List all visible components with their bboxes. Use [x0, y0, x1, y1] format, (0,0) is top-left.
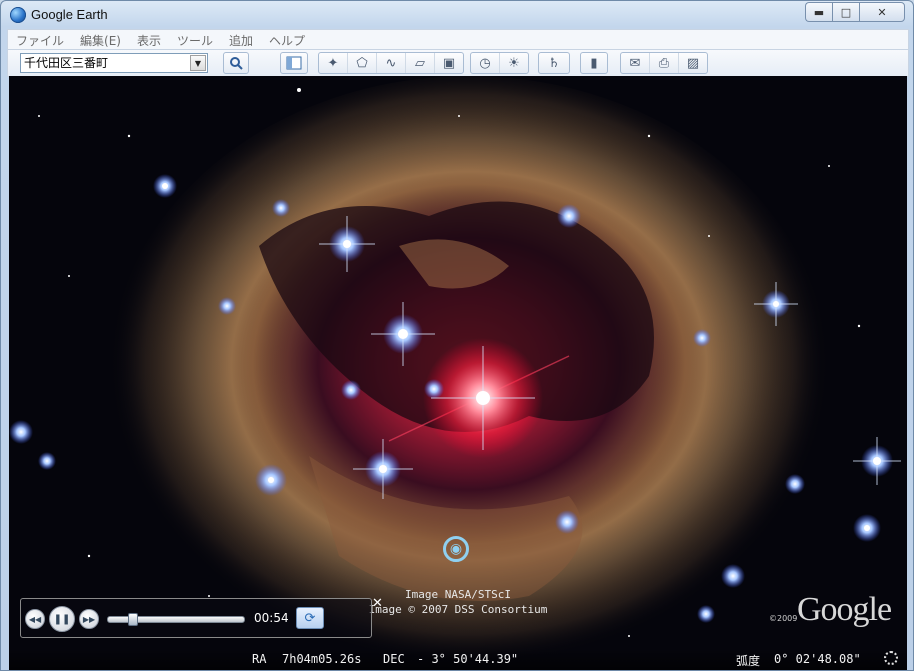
tour-progress-slider[interactable] — [107, 613, 245, 626]
record-tour-icon[interactable]: ▣ — [435, 53, 463, 73]
email-icon[interactable]: ✉ — [621, 53, 650, 73]
print-icon[interactable]: ⎙ — [650, 53, 679, 73]
rewind-button[interactable]: ◀◀ — [25, 609, 45, 629]
add-tools-group: ✦ ⬠ ∿ ▱ ▣ — [318, 52, 464, 74]
menu-view[interactable]: 表示 — [129, 32, 169, 49]
sidebar-toggle-icon — [286, 56, 302, 70]
google-earth-app-icon — [10, 7, 26, 23]
fast-forward-button[interactable]: ▶▶ — [79, 609, 99, 629]
add-polygon-icon[interactable]: ⬠ — [348, 53, 377, 73]
tour-time: 00:54 — [254, 611, 289, 625]
loop-icon: ⟳ — [304, 610, 316, 626]
title-bar: Google Earth ▬ □ ✕ — [1, 1, 913, 29]
planets-button[interactable]: ♄ — [538, 52, 570, 74]
close-button[interactable]: ✕ — [859, 2, 905, 22]
pause-button[interactable]: ❚❚ — [49, 606, 75, 632]
save-image-icon[interactable]: ▨ — [679, 53, 707, 73]
share-tools-group: ✉ ⎙ ▨ — [620, 52, 708, 74]
planets-icon: ♄ — [548, 55, 560, 71]
menu-bar: ファイル 編集(E) 表示 ツール 追加 ヘルプ — [7, 29, 909, 50]
minimize-button[interactable]: ▬ — [805, 2, 832, 22]
status-bar: RA 7h04m05.26s DEC - 3° 50'44.39" 弧度 0° … — [9, 649, 907, 670]
dec-value: - 3° 50'44.39" — [417, 652, 519, 666]
dec-label: DEC — [383, 652, 405, 666]
add-path-icon[interactable]: ∿ — [377, 53, 406, 73]
google-logo: Google — [797, 591, 892, 628]
navigation-center-icon: ◉ — [443, 536, 469, 562]
historical-imagery-icon[interactable]: ◷ — [471, 53, 500, 73]
3d-sky-view[interactable]: ◉ Image NASA/STScI Image © 2007 DSS Cons… — [9, 76, 907, 670]
ra-label: RA — [252, 652, 267, 666]
loop-button[interactable]: ⟳ — [296, 607, 324, 629]
menu-help[interactable]: ヘルプ — [261, 32, 313, 49]
window-controls: ▬ □ ✕ — [805, 2, 905, 22]
menu-edit[interactable]: 編集(E) — [72, 32, 129, 49]
search-input[interactable] — [21, 54, 190, 70]
close-tour-icon[interactable]: ✕ — [372, 596, 383, 611]
add-placemark-icon[interactable]: ✦ — [319, 53, 348, 73]
ruler-icon: ▮ — [590, 55, 598, 71]
arc-label: 弧度 — [736, 654, 761, 668]
tour-progress-handle[interactable] — [128, 613, 139, 626]
menu-file[interactable]: ファイル — [8, 32, 72, 49]
ra-value: 7h04m05.26s — [282, 652, 362, 666]
tour-player: ◀◀ ❚❚ ▶▶ 00:54 ⟳ ✕ — [20, 596, 383, 638]
search-icon — [230, 57, 243, 70]
sidebar-toggle-button[interactable] — [280, 52, 308, 74]
sunlight-icon[interactable]: ☀ — [500, 53, 528, 73]
menu-add[interactable]: 追加 — [221, 32, 261, 49]
chevron-down-icon[interactable]: ▼ — [190, 55, 206, 71]
rewind-icon: ◀◀ — [28, 614, 42, 624]
search-button[interactable] — [223, 52, 249, 74]
loading-spinner-icon — [884, 651, 898, 665]
pause-icon: ❚❚ — [53, 613, 71, 625]
toolbar: ▼ ✦ ⬠ ∿ ▱ ▣ ◷ ☀ ♄ ▮ ✉ ⎙ ▨ — [7, 49, 909, 77]
window-title: Google Earth — [31, 7, 108, 22]
sky-image[interactable] — [9, 76, 907, 670]
fast-forward-icon: ▶▶ — [82, 614, 96, 624]
search-box: ▼ — [20, 53, 208, 73]
copyright-year: ©2009 — [769, 614, 798, 623]
arc-value: 0° 02'48.08" — [774, 652, 861, 666]
ruler-button[interactable]: ▮ — [580, 52, 608, 74]
app-window: Google Earth ▬ □ ✕ ファイル 編集(E) 表示 ツール 追加 … — [0, 0, 914, 671]
add-image-overlay-icon[interactable]: ▱ — [406, 53, 435, 73]
maximize-button[interactable]: □ — [832, 2, 859, 22]
menu-tools[interactable]: ツール — [169, 32, 221, 49]
view-tools-group: ◷ ☀ — [470, 52, 529, 74]
